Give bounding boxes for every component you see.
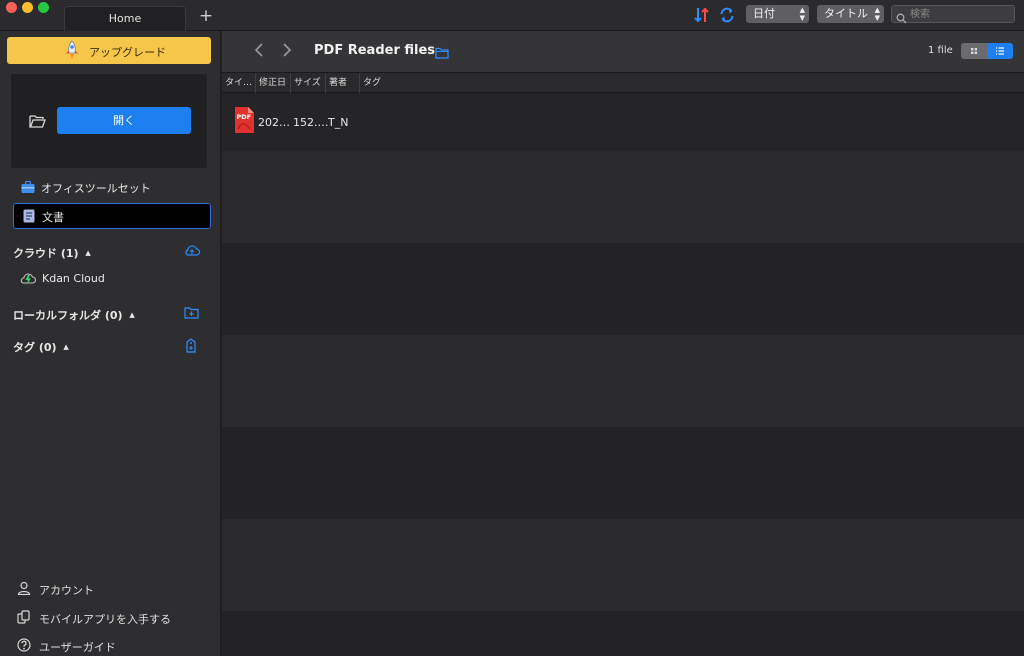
sidebar-item-documents[interactable]: 文書 — [13, 203, 211, 229]
tag-section-label: タグ (0) ▲ — [13, 341, 69, 354]
open-button[interactable]: 開く — [57, 107, 191, 134]
empty-row — [222, 151, 1024, 243]
close-window-button[interactable] — [6, 2, 17, 13]
forward-button[interactable] — [282, 43, 296, 59]
open-panel: 開く — [11, 74, 207, 168]
collapse-arrow-icon: ▲ — [85, 249, 91, 257]
sidebar-item-kdan-cloud[interactable]: Kdan Cloud — [11, 266, 209, 292]
view-toggle — [961, 43, 1013, 59]
kdan-cloud-label: Kdan Cloud — [42, 272, 105, 285]
search-input[interactable] — [910, 7, 1010, 21]
sort-direction-icon[interactable] — [693, 6, 711, 24]
sidebar: アップグレード 開く オフィスツールセット 文書 クラウド (1) ▲ Kdan… — [0, 31, 221, 656]
column-header: タイ… 修正日 サイズ 著者 タグ — [222, 73, 1024, 93]
document-icon — [22, 209, 36, 223]
add-cloud-icon[interactable] — [184, 244, 201, 258]
column-title[interactable]: タイ… — [222, 73, 256, 93]
pdf-file-icon: PDF — [234, 107, 254, 137]
list-icon — [996, 47, 1004, 55]
zoom-window-button[interactable] — [38, 2, 49, 13]
file-size: 152.… — [293, 116, 329, 129]
folder-open-icon[interactable] — [29, 113, 46, 132]
search-box[interactable] — [891, 5, 1015, 24]
user-icon — [17, 581, 31, 596]
sort-by-value: 日付 — [753, 7, 775, 20]
sidebar-item-user-guide[interactable]: ユーザーガイド — [15, 637, 210, 655]
grid-icon — [971, 48, 977, 54]
empty-row — [222, 427, 1024, 519]
column-author[interactable]: 著者 — [326, 73, 360, 93]
add-tab-button[interactable]: + — [197, 6, 215, 26]
column-tag[interactable]: タグ — [360, 73, 1024, 93]
folder-title: PDF Reader files — [314, 43, 436, 58]
tag-section-header[interactable]: タグ (0) ▲ — [13, 338, 208, 354]
empty-row — [222, 519, 1024, 611]
column-modified[interactable]: 修正日 — [256, 73, 291, 93]
main-header: PDF Reader files 1 file — [222, 31, 1024, 73]
cloud-section-header[interactable]: クラウド (1) ▲ — [13, 244, 208, 260]
svg-text:PDF: PDF — [237, 113, 252, 121]
collapse-arrow-icon: ▲ — [129, 311, 135, 319]
mobile-app-label: モバイルアプリを入手する — [39, 613, 171, 626]
order-by-select[interactable]: タイトル ▲ ▼ — [817, 5, 884, 23]
add-folder-icon[interactable] — [184, 306, 199, 320]
minimize-window-button[interactable] — [22, 2, 33, 13]
empty-row — [222, 611, 1024, 656]
select-arrows-icon: ▲ ▼ — [874, 6, 880, 22]
file-list: PDF 202… 152.… T_N — [222, 93, 1024, 656]
list-view-button[interactable] — [987, 43, 1013, 59]
sort-by-select[interactable]: 日付 ▲ ▼ — [746, 5, 809, 23]
sidebar-item-office-tools[interactable]: オフィスツールセット — [13, 174, 211, 200]
toolbox-icon — [21, 180, 35, 194]
local-folder-section-label: ローカルフォルダ (0) ▲ — [13, 309, 135, 322]
refresh-icon[interactable] — [718, 6, 736, 24]
file-count: 1 file — [928, 45, 953, 56]
grid-view-button[interactable] — [961, 43, 987, 59]
account-label: アカウント — [39, 584, 94, 597]
help-icon — [17, 638, 31, 652]
upgrade-label: アップグレード — [89, 46, 166, 59]
main-content: PDF Reader files 1 file タイ… 修正日 サイズ 著者 タ… — [222, 31, 1024, 656]
select-arrows-icon: ▲ ▼ — [799, 6, 805, 22]
user-guide-label: ユーザーガイド — [39, 641, 116, 654]
file-title: 202… — [258, 116, 290, 129]
column-size[interactable]: サイズ — [291, 73, 326, 93]
back-button[interactable] — [254, 43, 268, 59]
kdan-cloud-icon — [19, 272, 37, 286]
empty-row — [222, 243, 1024, 335]
sidebar-item-account[interactable]: アカウント — [15, 580, 210, 598]
search-icon — [896, 9, 907, 28]
mobile-app-icon — [17, 610, 31, 624]
folder-icon[interactable] — [435, 44, 449, 63]
tab-home[interactable]: Home — [64, 6, 186, 31]
rocket-icon — [63, 40, 81, 63]
order-by-value: タイトル — [824, 7, 868, 20]
sidebar-item-mobile-app[interactable]: モバイルアプリを入手する — [15, 609, 210, 627]
local-folder-section-header[interactable]: ローカルフォルダ (0) ▲ — [13, 306, 208, 322]
upgrade-button[interactable]: アップグレード — [7, 37, 211, 64]
cloud-section-label: クラウド (1) ▲ — [13, 247, 91, 260]
add-tag-icon[interactable] — [184, 338, 198, 353]
table-row[interactable]: PDF 202… 152.… T_N — [222, 93, 1024, 151]
documents-label: 文書 — [42, 211, 64, 224]
title-bar: Home + 日付 ▲ ▼ タイトル ▲ ▼ — [0, 0, 1024, 31]
file-author: T_N — [328, 116, 349, 129]
office-tools-label: オフィスツールセット — [41, 182, 151, 195]
empty-row — [222, 335, 1024, 427]
collapse-arrow-icon: ▲ — [63, 343, 69, 351]
